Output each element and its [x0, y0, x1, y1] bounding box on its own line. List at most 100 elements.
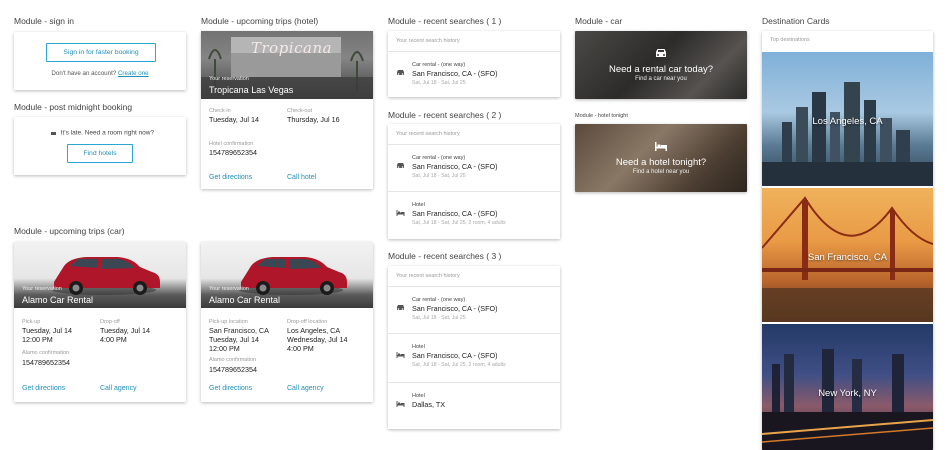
search-location: San Francisco, CA - (SFO) [412, 209, 498, 218]
reservation-subtitle: Your reservation [209, 76, 249, 82]
recent-searches-header: Your recent search history [388, 124, 560, 145]
destination-san-francisco[interactable]: San Francisco, CA [762, 188, 933, 322]
recent-search-item[interactable]: Car rental - (one way) San Francisco, CA… [388, 287, 560, 334]
recent-search-item[interactable]: Car rental - (one way) San Francisco, CA… [388, 145, 560, 192]
car-icon [396, 63, 405, 75]
midnight-module-title: Module - post midnight booking [14, 102, 133, 112]
moon-icon [46, 128, 56, 138]
destination-name: San Francisco, CA [807, 252, 888, 263]
car-trip-card-1: Your reservation Alamo Car Rental Pick-u… [14, 242, 186, 402]
dropoff-location-label: Drop-off location [287, 319, 328, 325]
reservation-subtitle: Your reservation [209, 286, 249, 292]
recent-searches-card-3: Your recent search history Car rental - … [388, 266, 560, 429]
recent-search-item[interactable]: Hotel San Francisco, CA - (SFO) Sat, Jul… [388, 192, 560, 238]
dropoff-date: Wednesday, Jul 14 [287, 335, 348, 344]
destination-cards-title: Destination Cards [762, 16, 830, 26]
dropoff-date: Tuesday, Jul 14 [100, 326, 150, 335]
search-type: Hotel [412, 344, 425, 350]
checkin-value: Tuesday, Jul 14 [209, 115, 259, 124]
search-type: Car rental - (one way) [412, 62, 466, 68]
hotel-tonight-headline: Need a hotel tonight? [615, 157, 707, 168]
get-directions-link[interactable]: Get directions [209, 385, 252, 392]
search-type: Hotel [412, 202, 425, 208]
recent-search-item[interactable]: Hotel San Francisco, CA - (SFO) Sat, Jul… [388, 334, 560, 383]
pickup-label: Pick-up [22, 319, 41, 325]
dropoff-label: Drop-off [100, 319, 120, 325]
pickup-time: 12:00 PM [209, 344, 240, 353]
search-dates: Sat, Jul 18 - Sat, Jul 25 [412, 173, 466, 179]
no-account-text: Don't have an account? [51, 70, 117, 77]
dropoff-time: 4:00 PM [287, 344, 314, 353]
midnight-card: It's late. Need a room right now? Find h… [14, 117, 186, 175]
reservation-subtitle: Your reservation [22, 286, 62, 292]
search-location: San Francisco, CA - (SFO) [412, 351, 498, 360]
midnight-message: It's late. Need a room right now? [60, 129, 155, 137]
search-location: San Francisco, CA - (SFO) [412, 69, 498, 78]
hotel-confirmation-label: Hotel confirmation [209, 141, 254, 147]
hotel-trip-module-title: Module - upcoming trips (hotel) [201, 16, 319, 26]
signin-module-title: Module - sign in [14, 16, 75, 26]
hotel-tonight-card[interactable]: Need a hotel tonight? Find a hotel near … [575, 124, 747, 192]
car-icon [396, 156, 405, 168]
search-dates: Sat, Jul 18 - Sat, Jul 25, 2 room, 4 adu… [412, 362, 506, 368]
city-night-illustration [762, 349, 933, 450]
hotel-trip-card: Tropicana Your reservation Tropicana Las… [201, 31, 373, 189]
bed-icon [396, 345, 405, 358]
dropoff-time: 4:00 PM [100, 335, 127, 344]
destination-name: New York, NY [818, 388, 877, 399]
recent-searches-card-2: Your recent search history Car rental - … [388, 124, 560, 239]
destination-name: Los Angeles, CA [812, 116, 883, 127]
destination-new-york[interactable]: New York, NY [762, 324, 933, 450]
recent-searches-2-title: Module - recent searches ( 2 ) [388, 110, 502, 120]
checkout-value: Thursday, Jul 16 [287, 115, 340, 124]
pickup-date: Tuesday, Jul 14 [22, 326, 72, 335]
hotel-tonight-sub: Find a hotel near you [632, 169, 690, 175]
car-icon [654, 45, 668, 63]
recent-searches-1-title: Module - recent searches ( 1 ) [388, 16, 502, 26]
car-module-card[interactable]: Need a rental car today? Find a car near… [575, 31, 747, 99]
confirmation-label: Alamo confirmation [22, 350, 70, 356]
car-module-title: Module - car [575, 16, 623, 26]
create-account-link[interactable]: Create one [118, 70, 149, 77]
search-type: Car rental - (one way) [412, 297, 466, 303]
pickup-location: San Francisco, CA [209, 326, 269, 335]
call-agency-link[interactable]: Call agency [100, 385, 137, 392]
hotel-tonight-module-title: Module - hotel tonight [575, 113, 628, 119]
call-agency-link[interactable]: Call agency [287, 385, 324, 392]
top-destinations-header: Top destinations [770, 37, 810, 43]
car-icon [396, 298, 405, 310]
recent-searches-card-1: Your recent search history Car rental - … [388, 31, 560, 97]
search-dates: Sat, Jul 18 - Sat, Jul 25, 2 room, 4 adu… [412, 220, 506, 226]
confirmation-label: Alamo confirmation [209, 357, 257, 363]
car-module-headline: Need a rental car today? [608, 64, 714, 75]
bed-icon [396, 394, 405, 407]
recent-searches-header: Your recent search history [388, 266, 560, 287]
create-account-line: Don't have an account? Create one [14, 70, 186, 77]
recent-search-item[interactable]: Car rental - (one way) San Francisco, CA… [388, 52, 560, 96]
bed-icon [654, 138, 668, 156]
signin-button[interactable]: Sign in for faster booking [46, 43, 156, 62]
midnight-message-row: It's late. Need a room right now? [14, 128, 186, 138]
destination-los-angeles[interactable]: Los Angeles, CA [762, 52, 933, 186]
reservation-name: Alamo Car Rental [209, 295, 281, 305]
tropicana-sign: Tropicana [251, 39, 333, 57]
get-directions-link[interactable]: Get directions [22, 385, 65, 392]
reservation-name: Alamo Car Rental [22, 295, 94, 305]
call-hotel-link[interactable]: Call hotel [287, 174, 316, 181]
search-location: San Francisco, CA - (SFO) [412, 162, 498, 171]
recent-search-item[interactable]: Hotel Dallas, TX [388, 383, 560, 431]
car-trip-card-2: Your reservation Alamo Car Rental Pick-u… [201, 242, 373, 402]
search-dates: Sat, Jul 18 - Sat, Jul 25 [412, 80, 466, 86]
confirmation-number: 154789652354 [22, 358, 70, 367]
search-type: Hotel [412, 393, 425, 399]
checkin-label: Check-in [209, 108, 231, 114]
destinations-card: Top destinations Los Angeles, CA San Fra… [762, 31, 933, 450]
signin-card: Sign in for faster booking Don't have an… [14, 32, 186, 90]
hotel-confirmation-number: 154789652354 [209, 148, 257, 157]
confirmation-number: 154789652354 [209, 365, 257, 374]
get-directions-link[interactable]: Get directions [209, 174, 252, 181]
pickup-date: Tuesday, Jul 14 [209, 335, 259, 344]
hotel-name: Tropicana Las Vegas [209, 85, 294, 95]
search-dates: Sat, Jul 18 - Sat, Jul 25 [412, 315, 466, 321]
find-hotels-button[interactable]: Find hotels [67, 144, 133, 163]
